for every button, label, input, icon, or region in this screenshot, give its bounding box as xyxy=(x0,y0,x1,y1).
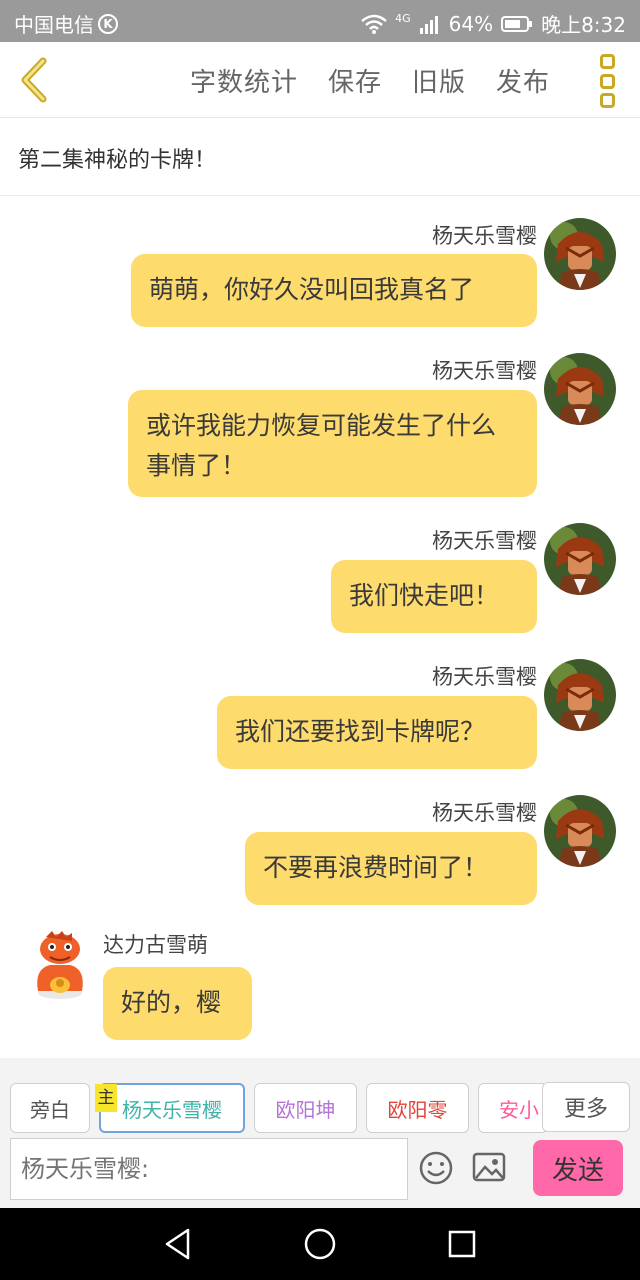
old-version-button[interactable]: 旧版 xyxy=(412,62,466,99)
message-bubble[interactable]: 好的，樱 xyxy=(103,967,252,1040)
message-bubble[interactable]: 我们还要找到卡牌呢？ xyxy=(217,696,537,769)
story-title[interactable]: 第二集神秘的卡牌！ xyxy=(0,118,640,196)
character-chip-ouyang-kun[interactable]: 欧阳坤 xyxy=(254,1083,357,1133)
avatar-yang-tianle-xueying[interactable] xyxy=(544,795,616,867)
avatar-yang-tianle-xueying[interactable] xyxy=(544,218,616,290)
composer: 发送 xyxy=(0,1136,640,1208)
character-chip-ouyang-ling[interactable]: 欧阳零 xyxy=(366,1083,469,1133)
wifi-icon xyxy=(361,14,387,34)
more-characters-button[interactable]: 更多 xyxy=(542,1082,630,1132)
sender-name: 达力古雪萌 xyxy=(103,933,208,957)
message-input[interactable] xyxy=(10,1138,408,1200)
character-chip-narrator[interactable]: 旁白 xyxy=(10,1083,90,1133)
sender-name: 杨天乐雪樱 xyxy=(432,801,537,825)
carrier-label: 中国电信 xyxy=(14,13,94,37)
home-circle-icon[interactable] xyxy=(303,1226,337,1262)
back-triangle-icon[interactable] xyxy=(162,1226,194,1262)
chat-message: 杨天乐雪樱 我们快走吧！ xyxy=(0,501,640,637)
sender-name: 杨天乐雪樱 xyxy=(432,224,537,248)
toolbar-actions: 字数统计 保存 旧版 发布 xyxy=(190,42,550,118)
sender-name: 杨天乐雪樱 xyxy=(432,665,537,689)
chat-message: 杨天乐雪樱 我们还要找到卡牌呢？ xyxy=(0,637,640,773)
signal-icon xyxy=(419,15,438,34)
chat-message: 杨天乐雪樱 萌萌，你好久没叫回我真名了 xyxy=(0,196,640,331)
message-bubble[interactable]: 或许我能力恢复可能发生了什么事情了！ xyxy=(128,390,537,497)
character-chip-yang-tianle-xueying[interactable]: 杨天乐雪樱 xyxy=(99,1083,245,1133)
status-bar: 中国电信 K 4G 64% 晚上8:32 xyxy=(0,0,640,42)
message-bubble[interactable]: 我们快走吧！ xyxy=(331,560,537,633)
save-button[interactable]: 保存 xyxy=(328,62,382,99)
chip-label: 杨天乐雪樱 xyxy=(122,1097,222,1122)
system-nav-bar xyxy=(0,1208,640,1280)
avatar-yang-tianle-xueying[interactable] xyxy=(544,523,616,595)
network-type-label: 4G xyxy=(395,12,411,25)
carrier-badge-icon: K xyxy=(98,13,118,34)
message-bubble[interactable]: 萌萌，你好久没叫回我真名了 xyxy=(131,254,537,327)
image-icon[interactable] xyxy=(472,1152,506,1182)
recents-square-icon[interactable] xyxy=(446,1226,478,1262)
chat-message: 达力古雪萌 好的，樱 xyxy=(0,909,640,1049)
clock: 晚上8:32 xyxy=(541,13,626,37)
more-vertical-icon[interactable] xyxy=(596,54,618,108)
chip-label: 安小 xyxy=(499,1097,539,1122)
chip-label: 欧阳坤 xyxy=(275,1097,336,1122)
avatar-yang-tianle-xueying[interactable] xyxy=(544,659,616,731)
chat-area[interactable]: 杨天乐雪樱 萌萌，你好久没叫回我真名了 杨天乐雪樱 或许我能力恢复可能发生了什么… xyxy=(0,196,640,1058)
sender-name: 杨天乐雪樱 xyxy=(432,529,537,553)
avatar-yang-tianle-xueying[interactable] xyxy=(544,353,616,425)
character-chip-an-xiao[interactable]: 安小 xyxy=(478,1083,548,1133)
sender-name: 杨天乐雪樱 xyxy=(432,359,537,383)
smiley-icon[interactable] xyxy=(418,1150,454,1186)
send-button[interactable]: 发送 xyxy=(533,1140,623,1196)
battery-percent: 64% xyxy=(448,11,494,36)
back-button[interactable] xyxy=(14,56,54,104)
publish-button[interactable]: 发布 xyxy=(496,62,550,99)
editor-toolbar: 字数统计 保存 旧版 发布 xyxy=(0,42,640,118)
chip-label: 旁白 xyxy=(30,1097,70,1122)
chat-message: 杨天乐雪樱 不要再浪费时间了！ xyxy=(0,773,640,909)
avatar-dali-guxuemeng[interactable] xyxy=(24,929,96,1001)
chat-message: 杨天乐雪樱 或许我能力恢复可能发生了什么事情了！ xyxy=(0,331,640,501)
word-count-button[interactable]: 字数统计 xyxy=(190,62,298,99)
battery-icon xyxy=(501,15,533,32)
message-bubble[interactable]: 不要再浪费时间了！ xyxy=(245,832,537,905)
main-character-tag: 主 xyxy=(95,1084,117,1112)
chevron-left-icon xyxy=(21,57,47,103)
chip-label: 欧阳零 xyxy=(387,1097,448,1122)
